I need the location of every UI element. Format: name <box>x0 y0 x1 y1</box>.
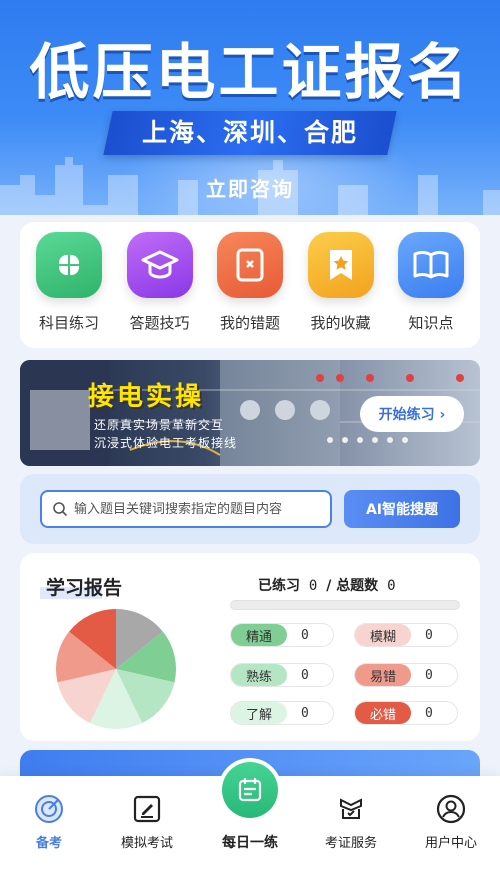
shortcut-my-mistakes[interactable]: 我的错题 <box>207 232 293 348</box>
shortcut-answer-tips[interactable]: 答题技巧 <box>117 232 203 348</box>
practice-title: 接电实操 <box>88 382 205 412</box>
open-book-icon <box>398 232 464 298</box>
stat-tag: 精通 <box>231 624 287 646</box>
hero-cities-text: 上海、深圳、合肥 <box>141 118 358 147</box>
service-bowtie-icon <box>340 798 362 819</box>
hero-title: 低压电工证报名 <box>29 38 471 108</box>
count-separator: / <box>326 578 332 594</box>
practice-subtitle-2: 沉浸式体验电工考板接线 <box>94 436 238 450</box>
stat-vague: 模糊 0 <box>354 623 458 647</box>
stat-value: 0 <box>301 667 309 683</box>
nav-cert-service[interactable]: 考证服务 <box>306 794 396 851</box>
shortcut-grid: 科目练习 答题技巧 我的错题 我的收藏 知识点 <box>20 222 480 348</box>
shortcut-label: 科目练习 <box>38 314 99 332</box>
stat-proficient: 熟练 0 <box>230 663 334 687</box>
stat-value: 0 <box>425 705 433 721</box>
practice-subtitle-1: 还原真实场景革新交互 <box>94 418 225 432</box>
stat-tag: 了解 <box>231 702 287 724</box>
stat-value: 0 <box>425 667 433 683</box>
daily-calendar-icon <box>222 762 278 818</box>
shortcut-label: 我的收藏 <box>310 314 371 332</box>
total-label: 总题数 <box>336 578 379 594</box>
practiced-label: 已练习 <box>258 578 300 594</box>
nav-daily-practice-button[interactable] <box>218 758 282 822</box>
stat-mastered: 精通 0 <box>230 623 334 647</box>
practiced-count: 0 <box>308 578 318 594</box>
stat-value: 0 <box>301 705 309 721</box>
nav-daily-practice-label: 每日一练 <box>222 835 278 851</box>
nav-label: 考证服务 <box>324 836 377 851</box>
clover-icon <box>36 232 102 298</box>
nav-mock-exam[interactable]: 模拟考试 <box>102 794 192 851</box>
consult-now-button[interactable]: 立即咨询 <box>0 173 500 202</box>
report-pie-chart <box>55 609 176 729</box>
user-icon <box>436 794 466 824</box>
nav-label: 模拟考试 <box>120 836 173 851</box>
report-title: 学习报告 <box>46 577 123 599</box>
nav-prepare[interactable]: 备考 <box>4 794 94 851</box>
study-report-card: 学习报告 已练习 0 / 总题数 0 精通 0 模糊 0 熟练 0 易错 0 了… <box>20 553 480 741</box>
hero-cities-ribbon: 上海、深圳、合肥 <box>103 111 397 155</box>
practice-count-summary: 已练习 0 / 总题数 0 <box>258 575 400 595</box>
stat-tag: 熟练 <box>231 664 287 686</box>
shortcut-label: 答题技巧 <box>129 314 190 332</box>
stat-value: 0 <box>301 627 309 643</box>
shortcut-my-favorites[interactable]: 我的收藏 <box>298 232 384 348</box>
stat-tag: 易错 <box>355 664 411 686</box>
graduation-cap-icon <box>126 232 193 298</box>
ai-search-button[interactable]: AI智能搜题 <box>344 490 460 528</box>
stat-value: 0 <box>425 627 433 643</box>
stat-tag: 必错 <box>355 702 411 724</box>
stat-understood: 了解 0 <box>230 701 334 725</box>
stat-tag: 模糊 <box>355 624 411 646</box>
exam-edit-icon <box>133 795 161 823</box>
wiring-practice-banner[interactable]: 接电实操 还原真实场景革新交互 沉浸式体验电工考板接线 开始练习 › <box>20 360 480 466</box>
nav-user-center[interactable]: 用户中心 <box>406 794 496 851</box>
shortcut-knowledge-points[interactable]: 知识点 <box>388 232 474 348</box>
start-practice-button[interactable]: 开始练习 › <box>360 396 464 432</box>
wrong-book-icon <box>217 232 283 298</box>
search-icon <box>53 502 68 517</box>
bottom-nav: 备考 模拟考试 每日一练 考证服务 用户中心 <box>0 758 500 888</box>
search-input[interactable] <box>74 501 330 517</box>
hero-banner[interactable]: 低压电工证报名 上海、深圳、合肥 立即咨询 <box>0 0 500 215</box>
nav-label: 用户中心 <box>424 836 477 851</box>
stat-error-prone: 易错 0 <box>354 663 458 687</box>
shortcut-subject-practice[interactable]: 科目练习 <box>26 232 112 348</box>
practice-progress-bar <box>230 600 460 610</box>
shortcut-label: 知识点 <box>408 314 454 332</box>
stat-always-wrong: 必错 0 <box>354 701 458 725</box>
search-card: AI智能搜题 <box>20 474 480 544</box>
star-bookmark-icon <box>307 232 374 298</box>
search-box[interactable] <box>40 490 332 528</box>
target-icon <box>35 795 63 823</box>
nav-label: 备考 <box>35 836 62 851</box>
shortcut-label: 我的错题 <box>219 314 280 332</box>
total-count: 0 <box>387 578 396 594</box>
